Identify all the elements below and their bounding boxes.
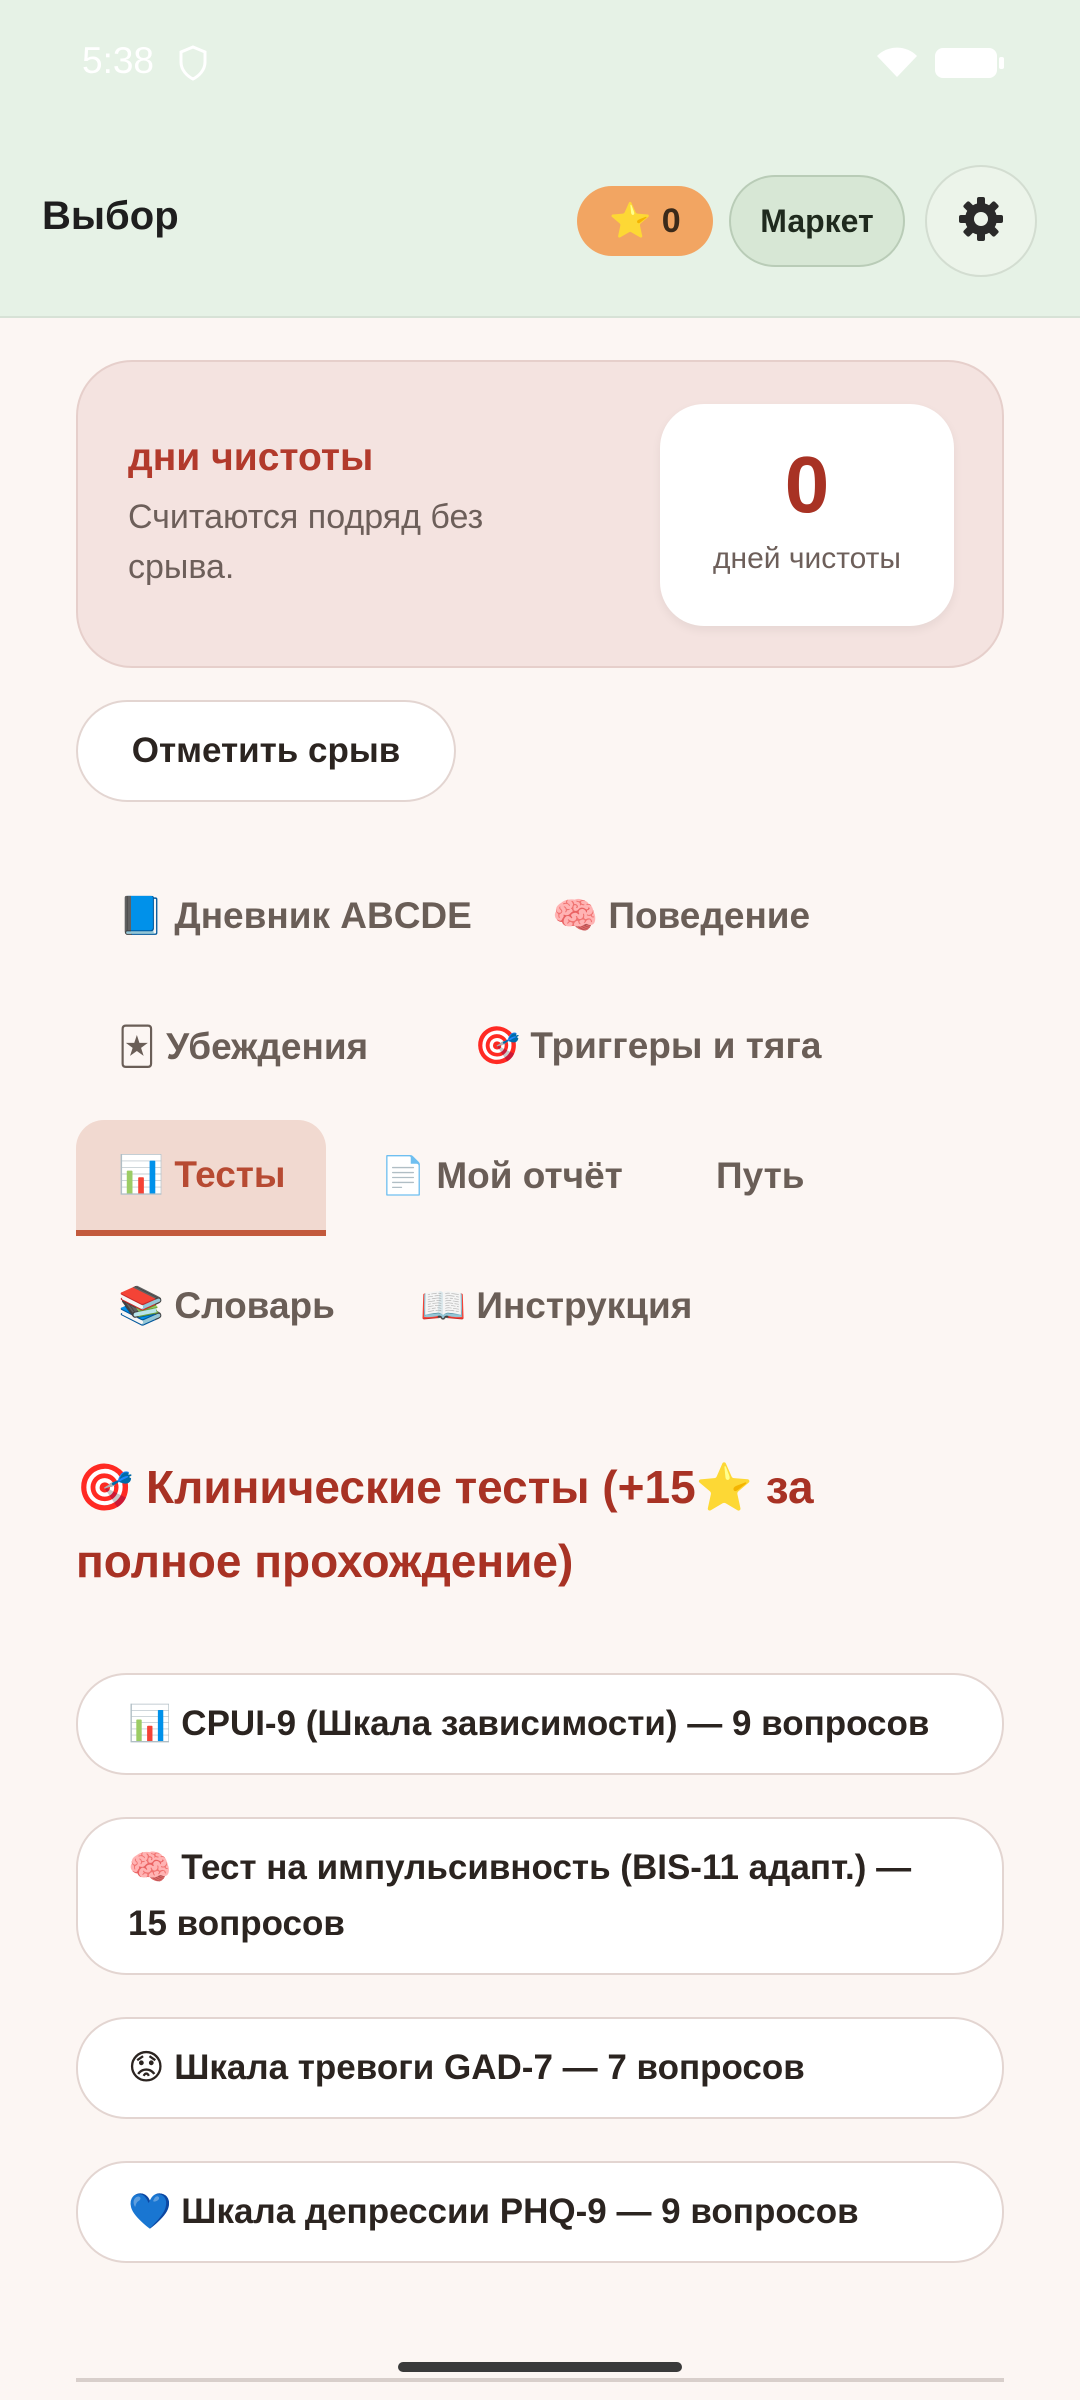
test-item-cpui9[interactable]: 📊 CPUI-9 (Шкала зависимости) — 9 вопросо… xyxy=(76,1673,1004,1775)
streak-counter: 0 дней чистоты xyxy=(660,404,954,626)
tab-tests[interactable]: 📊 Тесты xyxy=(76,1120,326,1236)
tab-instructions[interactable]: 📖 Инструкция xyxy=(378,1248,734,1364)
tab-glossary[interactable]: 📚 Словарь xyxy=(76,1248,377,1364)
tab-behavior[interactable]: 🧠 Поведение xyxy=(510,858,852,974)
gear-icon xyxy=(958,196,1004,247)
test-item-phq9[interactable]: 💙 Шкала депрессии PHQ-9 — 9 вопросов xyxy=(76,2161,1004,2263)
status-time: 5:38 xyxy=(82,40,155,81)
tab-my-report[interactable]: 📄 Мой отчёт xyxy=(338,1118,665,1234)
divider xyxy=(76,2378,1004,2382)
star-icon: ⭐ xyxy=(609,202,652,240)
battery-icon xyxy=(935,48,1005,78)
tab-triggers[interactable]: 🎯 Триггеры и тяга xyxy=(432,988,864,1104)
top-app-bar: 5:38 Выбор ⭐ 0 Маркет xyxy=(0,0,1080,318)
section-title: 🎯 Клинические тесты (+15⭐ за полное прох… xyxy=(76,1461,814,1587)
tab-beliefs[interactable]: 🃏 Убеждения xyxy=(76,988,410,1104)
home-indicator[interactable] xyxy=(398,2362,682,2372)
settings-button[interactable] xyxy=(925,165,1037,277)
streak-count: 0 xyxy=(784,440,830,529)
coins-count: 0 xyxy=(661,201,681,240)
streak-subtitle: Считаются подряд без срыва. xyxy=(128,498,484,586)
page-title: Выбор xyxy=(42,194,179,238)
mark-relapse-button[interactable]: Отметить срыв xyxy=(76,700,456,802)
streak-card: дни чистоты Считаются подряд без срыва. … xyxy=(76,360,1004,668)
streak-title: дни чистоты xyxy=(128,436,374,479)
wifi-icon xyxy=(874,45,920,84)
tab-path[interactable]: Путь xyxy=(674,1118,847,1234)
shield-icon xyxy=(178,45,208,86)
streak-count-label: дней чистоты xyxy=(713,542,901,575)
test-item-gad7[interactable]: 😟 Шкала тревоги GAD-7 — 7 вопросов xyxy=(76,2017,1004,2119)
test-item-bis11[interactable]: 🧠 Тест на импульсивность (BIS-11 адапт.)… xyxy=(76,1817,1004,1975)
market-button[interactable]: Маркет xyxy=(729,175,905,267)
coins-badge[interactable]: ⭐ 0 xyxy=(577,186,713,256)
tab-abcde-diary[interactable]: 📘 Дневник ABCDE xyxy=(76,858,514,974)
